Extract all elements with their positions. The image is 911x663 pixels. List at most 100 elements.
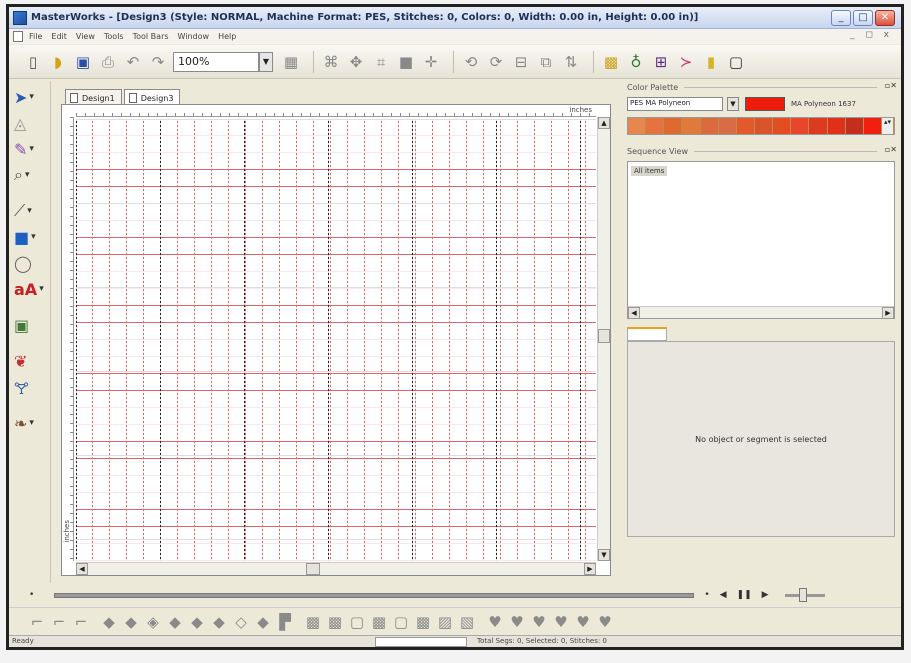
title-bar[interactable]: MasterWorks - [Design3 (Style: NORMAL, M… bbox=[9, 7, 901, 29]
thread-tool[interactable]: 🝖 bbox=[14, 375, 44, 399]
fill-icon[interactable]: ▧ bbox=[457, 612, 477, 632]
satin-icon[interactable]: ◆ bbox=[209, 612, 229, 632]
scroll-right-button[interactable]: ▶ bbox=[882, 307, 894, 319]
rotate-left-icon[interactable]: ⟲ bbox=[461, 52, 481, 72]
fill-icon[interactable]: ▢ bbox=[347, 612, 367, 632]
chevron-down-icon[interactable]: ▼ bbox=[259, 51, 273, 72]
satin-icon[interactable]: ◆ bbox=[99, 612, 119, 632]
close-icon[interactable]: ▫✕ bbox=[885, 145, 897, 154]
heart-icon[interactable]: ♥ bbox=[507, 612, 527, 632]
ellipse-tool[interactable]: ◯ bbox=[14, 251, 44, 275]
select-tool[interactable]: ➤ ▾ bbox=[14, 85, 44, 109]
color-swatch[interactable] bbox=[791, 118, 810, 134]
save-icon[interactable]: ▣ bbox=[73, 52, 93, 72]
satin-icon[interactable]: ◇ bbox=[231, 612, 251, 632]
stitch-progress-track[interactable] bbox=[54, 592, 695, 598]
satin-icon[interactable]: ◆ bbox=[187, 612, 207, 632]
menu-help[interactable]: Help bbox=[218, 32, 236, 41]
rotate-right-icon[interactable]: ⟳ bbox=[486, 52, 506, 72]
center-icon[interactable]: ✛ bbox=[421, 52, 441, 72]
undo-icon[interactable]: ↶ bbox=[123, 52, 143, 72]
scroll-thumb[interactable] bbox=[306, 563, 320, 575]
chevron-down-icon[interactable]: ▾ bbox=[29, 92, 34, 102]
menu-window[interactable]: Window bbox=[178, 32, 210, 41]
color-swatch[interactable] bbox=[628, 118, 647, 134]
play-icon[interactable]: ▶ bbox=[762, 590, 769, 600]
running-stitch-icon[interactable]: ⌐ bbox=[27, 612, 47, 632]
heart-icon[interactable]: ♥ bbox=[595, 612, 615, 632]
hoop-grid[interactable] bbox=[76, 119, 596, 561]
color-swatch[interactable] bbox=[736, 118, 755, 134]
move-icon[interactable]: ✥ bbox=[346, 52, 366, 72]
properties-tab[interactable] bbox=[627, 327, 667, 341]
heart-icon[interactable]: ♥ bbox=[551, 612, 571, 632]
slider-thumb[interactable] bbox=[798, 587, 807, 602]
satin-icon[interactable]: ◈ bbox=[143, 612, 163, 632]
menu-tools[interactable]: Tools bbox=[104, 32, 124, 41]
rewind-icon[interactable]: ◀ bbox=[720, 590, 727, 600]
scroll-left-button[interactable]: ◀ bbox=[628, 307, 640, 319]
align-icon[interactable]: ⊟ bbox=[511, 52, 531, 72]
menu-edit[interactable]: Edit bbox=[51, 32, 67, 41]
grid-view-icon[interactable]: ⊞ bbox=[651, 52, 671, 72]
scroll-left-button[interactable]: ◀ bbox=[76, 563, 88, 575]
vertical-scrollbar[interactable]: ▲ ▼ bbox=[597, 117, 610, 561]
scroll-right-button[interactable]: ▶ bbox=[584, 563, 596, 575]
color-swatch[interactable] bbox=[754, 118, 774, 134]
minimize-button[interactable]: _ bbox=[831, 10, 851, 26]
applique-icon[interactable]: ▛ bbox=[275, 612, 295, 632]
menu-view[interactable]: View bbox=[76, 32, 95, 41]
shape-tool[interactable]: ■ ▾ bbox=[14, 225, 44, 249]
maximize-button[interactable]: □ bbox=[853, 10, 873, 26]
tab-design3[interactable]: Design3 bbox=[123, 89, 181, 105]
sequence-list[interactable]: All items ◀ ▶ bbox=[627, 161, 895, 319]
heart-icon[interactable]: ♥ bbox=[573, 612, 593, 632]
color-swatch[interactable] bbox=[845, 118, 864, 134]
fill-icon[interactable]: ■ bbox=[396, 52, 416, 72]
grid-icon[interactable]: ▦ bbox=[281, 52, 301, 72]
palette-select[interactable]: PES MA Polyneon bbox=[627, 97, 723, 111]
fill-icon[interactable]: ▢ bbox=[391, 612, 411, 632]
sound-icon[interactable]: ♁ bbox=[626, 52, 646, 72]
horizontal-scrollbar[interactable]: ◀ ▶ bbox=[628, 306, 894, 319]
fill-icon[interactable]: ▩ bbox=[413, 612, 433, 632]
satin-icon[interactable]: ◆ bbox=[121, 612, 141, 632]
order-icon[interactable]: ⧉ bbox=[536, 52, 556, 72]
fill-icon[interactable]: ▩ bbox=[325, 612, 345, 632]
color-swatch[interactable] bbox=[646, 118, 665, 134]
mirror-icon[interactable]: ⌗ bbox=[371, 52, 391, 72]
chevron-down-icon[interactable]: ▾ bbox=[25, 170, 30, 180]
chevron-down-icon[interactable]: ▾ bbox=[31, 232, 36, 242]
chevron-down-icon[interactable]: ▾ bbox=[27, 206, 32, 216]
color-swatch[interactable] bbox=[773, 118, 792, 134]
reshape-tool[interactable]: ◬ bbox=[14, 111, 44, 135]
layer-icon[interactable]: ⇅ bbox=[561, 52, 581, 72]
document-icon[interactable] bbox=[13, 31, 23, 42]
color-swatch[interactable] bbox=[700, 118, 719, 134]
satin-icon[interactable]: ◆ bbox=[165, 612, 185, 632]
chevron-down-icon[interactable]: ▾ bbox=[39, 284, 44, 294]
text-tool[interactable]: aA ▾ bbox=[14, 277, 44, 301]
heart-icon[interactable]: ♥ bbox=[485, 612, 505, 632]
print-icon[interactable]: ⎙ bbox=[98, 52, 118, 72]
scroll-thumb[interactable] bbox=[598, 329, 610, 343]
open-icon[interactable]: ◗ bbox=[48, 52, 68, 72]
texture-icon[interactable]: ▩ bbox=[601, 52, 621, 72]
close-icon[interactable]: ▫✕ bbox=[885, 81, 897, 90]
image-tool[interactable]: ▣ bbox=[14, 313, 44, 337]
current-color-swatch[interactable] bbox=[745, 97, 785, 111]
close-button[interactable]: ✕ bbox=[875, 10, 895, 26]
bean-stitch-icon[interactable]: ⌐ bbox=[49, 612, 69, 632]
mdi-controls[interactable]: _ ◻ x bbox=[850, 30, 893, 40]
menu-toolbars[interactable]: Tool Bars bbox=[133, 32, 169, 41]
design-canvas[interactable]: inches inches ▲ ▼ ◀ ▶ bbox=[61, 104, 611, 576]
color-swatch[interactable] bbox=[863, 118, 882, 134]
swatch-scroll[interactable]: ▴▾ bbox=[881, 118, 894, 134]
fill-icon[interactable]: ▩ bbox=[303, 612, 323, 632]
line-tool[interactable]: ⟋ ▾ bbox=[14, 199, 44, 223]
speed-slider[interactable] bbox=[784, 587, 825, 602]
scroll-down-button[interactable]: ▼ bbox=[598, 549, 610, 561]
pause-icon[interactable]: ❚❚ bbox=[737, 590, 752, 600]
color-swatch[interactable] bbox=[664, 118, 683, 134]
zoom-input[interactable]: 100% bbox=[173, 51, 259, 72]
